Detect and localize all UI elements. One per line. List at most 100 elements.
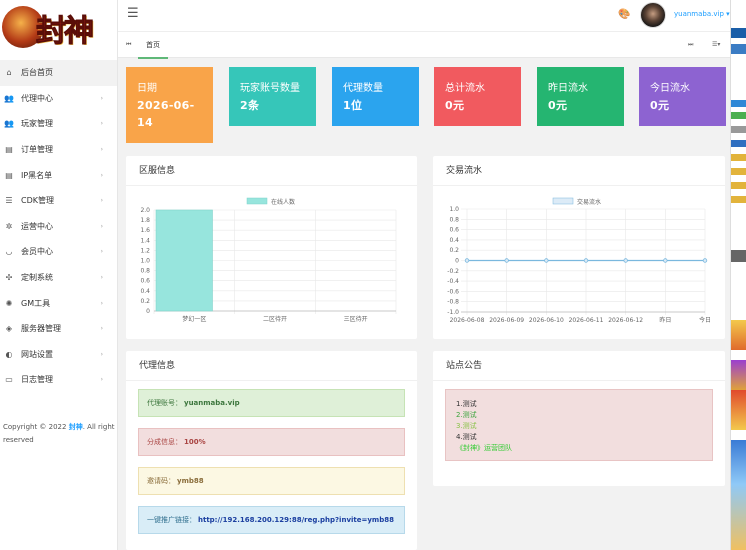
dashboard-icon: ⌂ (6, 68, 12, 78)
sidebar-item-order-mgmt[interactable]: ▤ 订单管理 › (0, 137, 117, 163)
sidebar-item-cdk-mgmt[interactable]: ☰ CDK管理 › (0, 188, 117, 214)
adjacent-window-strip (730, 0, 746, 550)
y-tick-label: 1.6 (140, 227, 150, 234)
y-tick-label: 0.8 (140, 268, 150, 275)
y-tick-label: 0.4 (449, 237, 459, 244)
y-tick-label: 1.2 (140, 247, 150, 254)
custom-system-icon: ✣ (5, 273, 13, 283)
chevron-right-icon: › (100, 274, 103, 282)
agent-promo-link-box: 一键推广链接： http://192.168.200.129:88/reg.php… (138, 506, 405, 534)
x-tick-label: 2026-06-08 (450, 317, 485, 324)
sidebar-item-label: 会员中心 (21, 247, 53, 257)
y-tick-label: 0.4 (140, 288, 150, 295)
chevron-right-icon: › (100, 197, 103, 205)
card-title: 站点公告 (433, 351, 725, 381)
stat-total-flow: 总计流水 0元 (434, 67, 521, 126)
sidebar-item-member-center[interactable]: ◡ 会员中心 › (0, 239, 117, 265)
legend-label: 交易流水 (577, 198, 601, 206)
sidebar-item-agent-center[interactable]: 👥 代理中心 › (0, 86, 117, 112)
sidebar-item-label: CDK管理 (21, 196, 54, 206)
sidebar-item-site-settings[interactable]: ◐ 网站设置 › (0, 342, 117, 368)
sidebar-item-dashboard[interactable]: ⌂ 后台首页 (0, 60, 117, 86)
agent-account-box: 代理账号： yuanmaba.vip (138, 389, 405, 417)
stat-label: 代理数量 (343, 83, 383, 94)
sidebar-item-ops-center[interactable]: ✲ 运营中心 › (0, 214, 117, 240)
tab-next-icon[interactable]: ⏭ (688, 41, 693, 49)
y-tick-label: -1.0 (447, 309, 459, 316)
y-tick-label: -0.4 (447, 278, 459, 285)
chevron-right-icon: › (100, 376, 103, 384)
sidebar-item-gm-tools[interactable]: ✺ GM工具 › (0, 290, 117, 316)
sidebar-item-label: IP黑名单 (21, 170, 53, 180)
sidebar-item-server-mgmt[interactable]: ◈ 服务器管理 › (0, 316, 117, 342)
stat-value: 0元 (548, 99, 568, 112)
bar (155, 209, 213, 312)
tab-menu-icon[interactable]: ☰▾ (712, 41, 720, 48)
notice-line: 2.测试 (456, 411, 477, 419)
y-tick-label: 1.4 (140, 237, 150, 244)
sidebar-item-custom-system[interactable]: ✣ 定制系统 › (0, 265, 117, 291)
y-tick-label: 1.0 (449, 206, 459, 213)
data-point (702, 258, 708, 263)
tab-home[interactable]: 首页 (138, 32, 168, 59)
sidebar-nav: ⌂ 后台首页 👥 代理中心 › 👥 玩家管理 › ▤ 订单管理 › ▤ IP黑名单 › ☰ CDK管理 › ✲ 运营… (0, 60, 117, 393)
x-tick-label: 今日 (699, 316, 711, 324)
stat-value: 2条 (240, 99, 260, 112)
notice-line: 4.测试 (456, 433, 477, 441)
server-online-chart: 在线人数 0 0.2 0.4 0.6 0.8 1.0 1.2 1.4 1.6 1.8 2.0 梦幻一区 二… (140, 197, 397, 323)
agent-share-value: 100% (184, 438, 206, 446)
legend-label: 在线人数 (271, 198, 295, 206)
agent-center-icon: 👥 (4, 93, 14, 103)
x-tick-label: 梦幻一区 (182, 315, 206, 323)
tab-prev-icon[interactable]: ⏮ (126, 41, 131, 49)
chevron-right-icon: › (100, 120, 103, 128)
data-point (583, 258, 589, 263)
stat-value: 2026-06-14 (137, 99, 195, 129)
agent-invite-box: 邀请码： ymb88 (138, 467, 405, 495)
topbar: ☰ 🎨 yuanmaba.vip ▾ (118, 0, 730, 31)
avatar[interactable] (640, 2, 666, 28)
sidebar-item-label: 服务器管理 (21, 324, 61, 334)
stat-value: 1位 (343, 99, 363, 112)
chevron-right-icon: › (100, 350, 103, 358)
sidebar-item-player-mgmt[interactable]: 👥 玩家管理 › (0, 111, 117, 137)
y-tick-label: 1.0 (140, 258, 150, 265)
notice-box: 1.测试 2.测试 3.测试 4.测试 《封神》运营团队 (445, 389, 713, 461)
member-center-icon: ◡ (5, 247, 13, 257)
logo-text: 封神 (36, 14, 95, 50)
sidebar-item-log-mgmt[interactable]: ▭ 日志管理 › (0, 367, 117, 393)
stat-label: 昨日流水 (548, 83, 588, 94)
card-title: 交易流水 (433, 156, 725, 186)
stat-value: 0元 (445, 99, 465, 112)
agent-share-box: 分成信息： 100% (138, 428, 405, 456)
data-point (544, 258, 549, 263)
stat-label: 玩家账号数量 (240, 83, 300, 94)
y-tick-label: 0.2 (140, 298, 150, 305)
legend-swatch (246, 197, 268, 205)
y-tick-label: 0.8 (449, 216, 459, 223)
user-menu[interactable]: yuanmaba.vip ▾ (674, 10, 730, 18)
stat-yesterday-flow: 昨日流水 0元 (537, 67, 624, 126)
sidebar-item-label: 后台首页 (21, 68, 53, 78)
y-tick-label: 0 (455, 258, 459, 265)
stat-agent-count: 代理数量 1位 (332, 67, 419, 126)
stat-value: 0元 (650, 99, 670, 112)
site-settings-icon: ◐ (5, 349, 13, 359)
sidebar: 封神 ⌂ 后台首页 👥 代理中心 › 👥 玩家管理 › ▤ 订单管理 › ▤ IP黑名单 › ☰ CDK管理 ›… (0, 0, 118, 550)
y-tick-label: 1.8 (140, 217, 150, 224)
promo-link[interactable]: http://192.168.200.129:88/reg.php?invite… (198, 516, 394, 524)
y-tick-label: -0.6 (447, 288, 459, 295)
y-tick-label: 2.0 (140, 207, 150, 214)
y-tick-label: 0 (146, 308, 150, 315)
x-tick-label: 2026-06-12 (608, 317, 643, 324)
notice-line: 1.测试 (456, 400, 477, 408)
stat-label: 今日流水 (650, 83, 690, 94)
sidebar-item-ip-blacklist[interactable]: ▤ IP黑名单 › (0, 162, 117, 188)
theme-palette-icon[interactable]: 🎨 (618, 9, 630, 20)
stat-player-count: 玩家账号数量 2条 (229, 67, 316, 126)
menu-toggle-icon[interactable]: ☰ (127, 7, 139, 20)
x-tick-label: 2026-06-10 (529, 317, 564, 324)
server-info-card: 区服信息 在线人数 0 0.2 0.4 0.6 0.8 1.0 1.2 1.4 1.6 1.8 2.0… (126, 156, 417, 339)
trade-flow-card: 交易流水 交易流水 1.0 0.8 0.6 0.4 0.2 0 -0.2 -0.4 -0.6 -0.… (433, 156, 725, 339)
notice-line: 《封神》运营团队 (456, 444, 512, 452)
